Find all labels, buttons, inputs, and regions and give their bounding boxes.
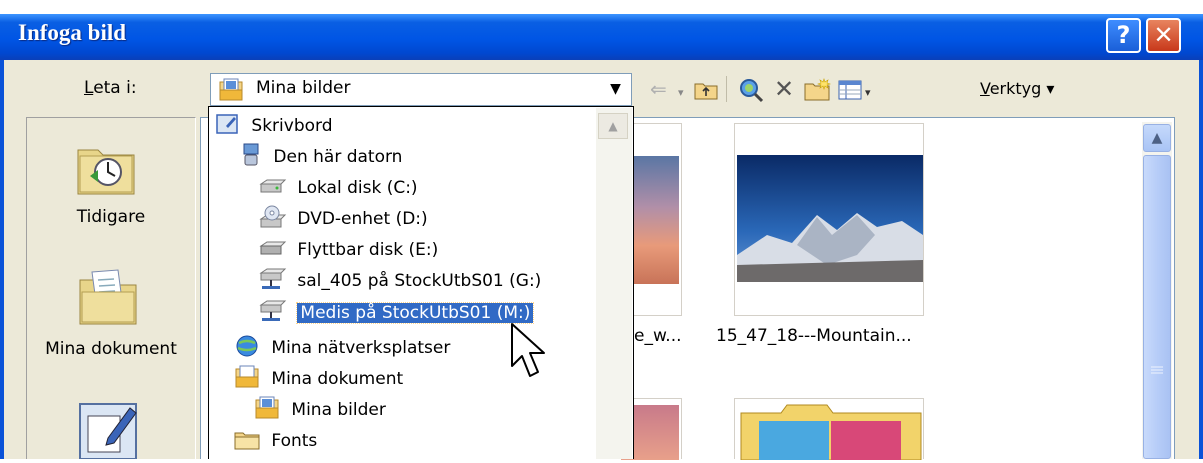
delete-icon[interactable]: ✕ (774, 76, 794, 102)
back-arrow-icon[interactable]: ⇐ (650, 76, 667, 102)
dropdown-item-network-drive-g[interactable]: sal_405 på StockUtbS01 (G:) (258, 266, 541, 297)
recent-icon[interactable] (76, 140, 136, 200)
file-thumbnail-mountain[interactable] (734, 123, 924, 316)
my-documents-icon[interactable] (78, 268, 138, 330)
help-button[interactable]: ? (1106, 18, 1141, 53)
file-label[interactable]: 15_47_18---Mountain... (716, 326, 912, 346)
folder-thumbnail[interactable] (734, 398, 924, 460)
look-in-label: Leta i: (84, 78, 137, 98)
place-recent-label[interactable]: Tidigare (26, 207, 196, 227)
dropdown-item-network-places[interactable]: Mina nätverksplatser (234, 333, 450, 364)
dropdown-item-my-computer[interactable]: Den här datorn (240, 142, 402, 173)
dropdown-scrollbar[interactable] (596, 108, 632, 459)
chevron-down-icon[interactable]: ▼ (602, 76, 629, 103)
toolbar-separator (726, 76, 727, 102)
scroll-up-button[interactable]: ▲ (1143, 124, 1171, 152)
dropdown-item-my-pictures[interactable]: Mina bilder (254, 395, 386, 426)
look-in-value: Mina bilder (256, 78, 351, 98)
scrollbar-thumb[interactable] (1143, 155, 1171, 459)
dropdown-item-fonts[interactable]: Fonts (234, 426, 317, 457)
desktop-icon[interactable] (78, 398, 140, 463)
dropdown-item-network-drive-m[interactable]: Medis på StockUtbS01 (M:) (258, 298, 535, 329)
up-folder-icon[interactable] (694, 80, 718, 104)
dropdown-scroll-up-button[interactable]: ▲ (598, 113, 628, 139)
file-label[interactable]: e_w... (634, 326, 682, 346)
my-pictures-icon (218, 78, 244, 106)
new-folder-icon[interactable] (804, 78, 832, 106)
dropdown-item-dvd-drive[interactable]: DVD-enhet (D:) (258, 204, 428, 235)
place-my-documents-label[interactable]: Mina dokument (26, 339, 196, 359)
close-button[interactable]: ✕ (1146, 18, 1181, 53)
search-web-icon[interactable] (738, 77, 764, 107)
title-bar (0, 14, 1203, 60)
tools-menu-button[interactable]: Verktyg ▾ (980, 79, 1054, 98)
selected-item-highlight[interactable]: Medis på StockUtbS01 (M:) (296, 302, 535, 324)
back-dropdown-icon[interactable]: ▾ (678, 80, 684, 106)
mouse-cursor-icon (511, 323, 545, 377)
views-icon[interactable] (838, 80, 862, 104)
window-title: Infoga bild (18, 20, 127, 45)
dropdown-item-desktop[interactable]: Skrivbord (216, 111, 333, 142)
dropdown-item-removable-disk[interactable]: Flyttbar disk (E:) (258, 235, 438, 266)
dropdown-item-local-disk[interactable]: Lokal disk (C:) (258, 173, 418, 204)
views-dropdown-icon[interactable]: ▾ (865, 80, 871, 106)
dropdown-item-my-documents[interactable]: Mina dokument (234, 364, 403, 395)
scroll-grip-icon (1151, 366, 1163, 374)
window-border-right (1199, 60, 1203, 459)
